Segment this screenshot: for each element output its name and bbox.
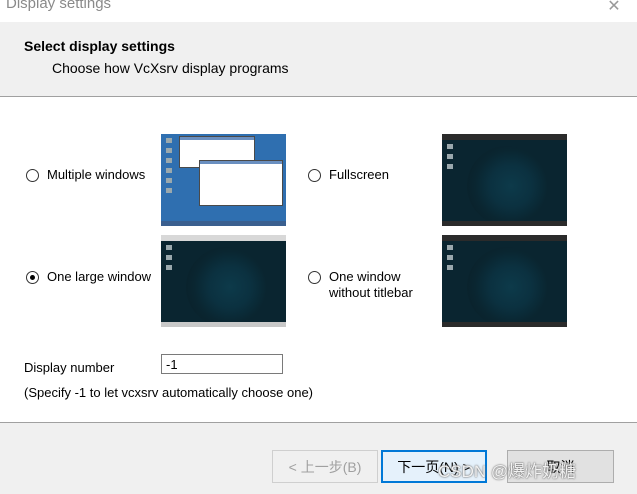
title-bar: Display settings ✕ <box>0 0 637 22</box>
close-icon[interactable]: ✕ <box>603 0 625 16</box>
desktop-icon <box>447 164 453 169</box>
radio-label-one-large-window: One large window <box>47 269 152 284</box>
radio-one-window-no-titlebar[interactable]: One window without titlebar <box>308 269 413 301</box>
desktop-icon <box>447 144 453 149</box>
desktop-icon <box>166 148 172 153</box>
radio-label-one-window-no-titlebar: One window without titlebar <box>329 269 413 301</box>
desktop-icon <box>447 154 453 159</box>
desktop-icon <box>447 245 453 250</box>
desktop-icon <box>447 265 453 270</box>
desktop-icon <box>166 265 172 270</box>
radio-label-line1: One window <box>329 269 401 284</box>
radio-button[interactable] <box>26 271 39 284</box>
swirl-logo-icon <box>467 247 547 327</box>
display-number-input[interactable] <box>161 354 283 374</box>
header-subtitle: Choose how VcXsrv display programs <box>52 60 289 76</box>
cancel-button[interactable]: 取消 <box>507 450 614 483</box>
display-number-label: Display number <box>24 360 115 375</box>
desktop-icon <box>166 178 172 183</box>
radio-one-large-window[interactable]: One large window <box>26 269 151 285</box>
preview-fullscreen <box>442 134 567 226</box>
preview-one-window-no-titlebar <box>442 235 567 327</box>
desktop-icon <box>166 138 172 143</box>
radio-label-fullscreen: Fullscreen <box>329 167 389 182</box>
window-title: Display settings <box>6 0 112 12</box>
preview-window <box>199 160 283 206</box>
desktop-icon <box>166 188 172 193</box>
wizard-header: Select display settings Choose how VcXsr… <box>0 22 637 97</box>
header-title: Select display settings <box>24 38 175 54</box>
radio-multiple-windows[interactable]: Multiple windows <box>26 167 145 183</box>
desktop-icon <box>447 255 453 260</box>
preview-multiple-windows <box>161 134 286 226</box>
radio-label-line2: without titlebar <box>329 285 413 300</box>
radio-fullscreen[interactable]: Fullscreen <box>308 167 389 183</box>
desktop-icon <box>166 158 172 163</box>
desktop-icon <box>166 168 172 173</box>
swirl-logo-icon <box>467 146 547 226</box>
desktop-icon <box>166 255 172 260</box>
radio-button[interactable] <box>308 169 321 182</box>
desktop-icon <box>166 245 172 250</box>
radio-button[interactable] <box>26 169 39 182</box>
next-button[interactable]: 下一页(N) > <box>381 450 487 483</box>
back-button[interactable]: < 上一步(B) <box>272 450 378 483</box>
swirl-logo-icon <box>186 247 266 327</box>
radio-button[interactable] <box>308 271 321 284</box>
wizard-content: Multiple windows Fullscreen One large wi… <box>0 97 637 422</box>
display-number-hint: (Specify -1 to let vcxsrv automatically … <box>24 385 314 400</box>
preview-one-large-window <box>161 235 286 327</box>
radio-label-multiple-windows: Multiple windows <box>47 167 146 182</box>
wizard-footer: < 上一步(B) 下一页(N) > 取消 <box>0 422 637 494</box>
